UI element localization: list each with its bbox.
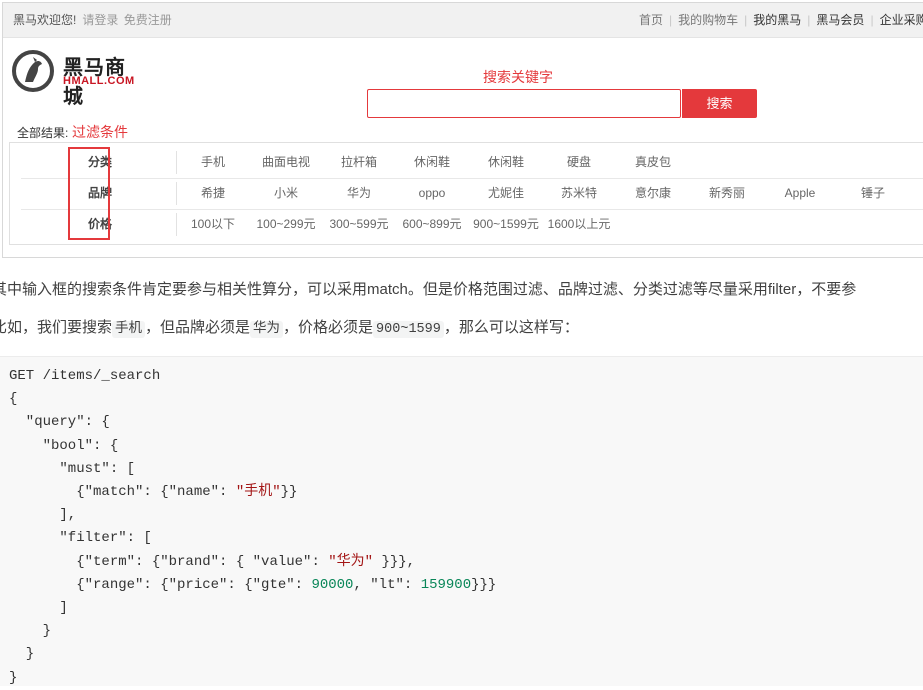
nav-member[interactable]: 黑马会员 <box>816 13 864 27</box>
code-content: GET /items/_search { "query": { "bool": … <box>9 368 497 686</box>
nav-enterprise[interactable]: 企业采购 <box>880 13 923 27</box>
filter-option[interactable]: 苏米特 <box>561 178 597 209</box>
nav-home[interactable]: 首页 <box>639 13 663 27</box>
site-logo[interactable]: 黑马商城 HMALL.COM <box>11 49 146 108</box>
login-link[interactable]: 请登录 <box>82 13 118 27</box>
filter-option[interactable]: 100以下 <box>191 209 235 240</box>
nav-divider: | <box>807 13 811 27</box>
filter-option[interactable]: 600~899元 <box>402 209 461 240</box>
filter-option[interactable]: 900~1599元 <box>473 209 539 240</box>
inline-code: 华为 <box>250 321 284 338</box>
filter-option[interactable]: 300~599元 <box>329 209 388 240</box>
filter-option[interactable]: 100~299元 <box>256 209 315 240</box>
inline-code: 手机 <box>112 321 146 338</box>
paragraph-text: ，价格必须是 <box>283 319 374 336</box>
top-nav: 首页 | 我的购物车 | 我的黑马 | 黑马会员 | 企业采购 <box>639 3 923 37</box>
row-divider <box>176 182 177 205</box>
article-paragraph-1: 其中输入框的搜索条件肯定要参与相关性算分，可以采用match。但是价格范围过滤、… <box>0 281 857 298</box>
paragraph-text: ，但品牌必须是 <box>145 319 251 336</box>
filter-row-brand: 品牌 希捷 小米 华为 oppo 尤妮佳 苏米特 意尔康 新秀丽 Apple 锤… <box>21 178 923 210</box>
filter-option[interactable]: 新秀丽 <box>709 178 745 209</box>
logo-text-en: HMALL.COM <box>63 75 135 87</box>
register-link[interactable]: 免费注册 <box>124 13 172 27</box>
filter-option[interactable]: 尤妮佳 <box>488 178 524 209</box>
filter-option[interactable]: Apple <box>785 178 816 209</box>
filter-row-price: 价格 100以下 100~299元 300~599元 600~899元 900~… <box>21 209 923 240</box>
row-divider <box>176 213 177 236</box>
filter-option[interactable]: 锤子 <box>861 178 885 209</box>
paragraph-text: 比如，我们要搜索 <box>0 319 113 336</box>
filter-panel: 分类 手机 曲面电视 拉杆箱 休闲鞋 休闲鞋 硬盘 真皮包 品牌 希捷 小米 华… <box>9 142 923 245</box>
code-string-brand: "华为" <box>328 553 374 570</box>
results-label: 全部结果: <box>17 126 69 140</box>
filter-option[interactable]: 华为 <box>347 178 371 209</box>
horse-logo-icon <box>12 50 54 92</box>
row-divider <box>176 151 177 174</box>
nav-divider: | <box>744 13 748 27</box>
inline-code: 900~1599 <box>373 321 444 338</box>
filter-annotation: 过滤条件 <box>72 126 128 141</box>
nav-cart[interactable]: 我的购物车 <box>678 13 738 27</box>
filter-option[interactable]: 意尔康 <box>635 178 671 209</box>
code-number-lt: 159900 <box>420 576 472 593</box>
search-button[interactable]: 搜索 <box>682 89 757 118</box>
paragraph-text: ，那么可以这样写： <box>443 319 579 336</box>
filter-key-highlight <box>68 147 110 240</box>
article-paragraph-2: 比如，我们要搜索 手机 ，但品牌必须是 华为 ，价格必须是 900~1599 ，那么可以这样… <box>0 316 579 338</box>
nav-divider: | <box>870 13 874 27</box>
filter-option[interactable]: 小米 <box>274 178 298 209</box>
filter-option[interactable]: 真皮包 <box>635 147 671 178</box>
keyword-annotation: 搜索关键字 <box>483 71 553 86</box>
code-block[interactable]: GET /items/_search { "query": { "bool": … <box>0 356 923 686</box>
code-line-request: GET /items/_search <box>9 368 161 384</box>
filter-option[interactable]: 休闲鞋 <box>414 147 450 178</box>
search-input[interactable] <box>367 89 681 118</box>
welcome-text: 黑马欢迎您! <box>13 13 77 27</box>
filter-option[interactable]: 硬盘 <box>567 147 591 178</box>
nav-divider: | <box>669 13 673 27</box>
filter-option[interactable]: 拉杆箱 <box>341 147 377 178</box>
filter-row-category: 分类 手机 曲面电视 拉杆箱 休闲鞋 休闲鞋 硬盘 真皮包 <box>21 147 923 179</box>
filter-option[interactable]: 曲面电视 <box>262 147 310 178</box>
filter-option[interactable]: oppo <box>419 178 446 209</box>
top-bar: 黑马欢迎您! 请登录 免费注册 首页 | 我的购物车 | 我的黑马 | 黑马会员 | 企业采购 <box>3 3 923 38</box>
code-string-match: "手机" <box>235 484 281 501</box>
filter-option[interactable]: 手机 <box>201 147 225 178</box>
filter-option[interactable]: 休闲鞋 <box>488 147 524 178</box>
nav-my-heima[interactable]: 我的黑马 <box>753 13 801 27</box>
welcome-area: 黑马欢迎您! 请登录 免费注册 <box>13 3 172 37</box>
filter-option[interactable]: 1600以上元 <box>548 209 611 240</box>
filter-option[interactable]: 希捷 <box>201 178 225 209</box>
code-number-gte: 90000 <box>311 576 354 593</box>
